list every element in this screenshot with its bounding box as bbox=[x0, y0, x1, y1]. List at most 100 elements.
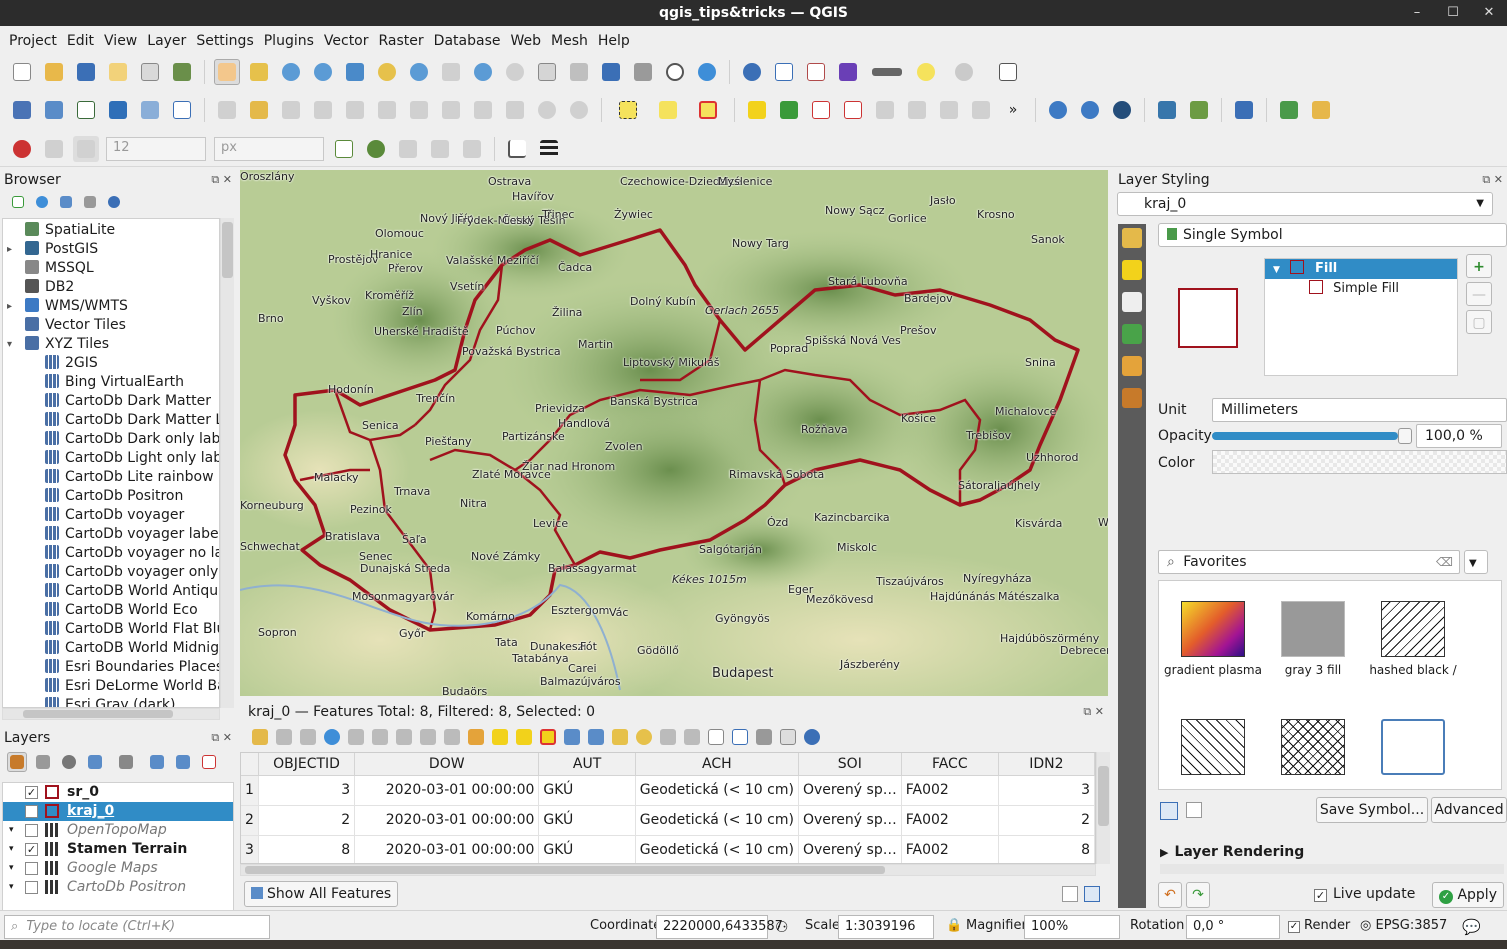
xyz-tile-item[interactable]: CartoDb Dark Matter L bbox=[3, 411, 219, 430]
zoom-next-icon[interactable] bbox=[502, 59, 528, 85]
processing-toolbox-icon[interactable] bbox=[1186, 97, 1212, 123]
xyz-tile-item[interactable]: CartoDb voyager labels bbox=[3, 525, 219, 544]
show-all-features-button[interactable]: Show All Features bbox=[244, 881, 398, 907]
layer-item[interactable]: ▾ Google Maps bbox=[3, 859, 233, 878]
column-header-objectid[interactable]: OBJECTID bbox=[258, 753, 356, 776]
new-spatialite-layer-icon[interactable] bbox=[105, 97, 131, 123]
symbol-tile[interactable]: hashed black / bbox=[1363, 601, 1463, 677]
menu-database[interactable]: Database bbox=[429, 33, 506, 49]
table-cell[interactable]: 2 bbox=[258, 805, 356, 836]
manage-visibility-icon[interactable] bbox=[59, 752, 79, 772]
menu-project[interactable]: Project bbox=[4, 33, 62, 49]
column-header-dow[interactable]: DOW bbox=[354, 753, 540, 776]
add-feature-icon[interactable] bbox=[348, 729, 364, 745]
pan-map-icon[interactable] bbox=[214, 59, 240, 85]
scale-field[interactable]: 1:3039196 bbox=[838, 915, 934, 939]
menu-settings[interactable]: Settings bbox=[191, 33, 258, 49]
current-edits-icon[interactable] bbox=[214, 97, 240, 123]
add-group-icon[interactable] bbox=[33, 752, 53, 772]
move-selection-top-icon[interactable] bbox=[588, 729, 604, 745]
digitizing-options-icon[interactable] bbox=[945, 59, 983, 85]
toggle-editing-icon[interactable] bbox=[252, 729, 268, 745]
table-cell[interactable]: 2020-03-01 00:00:00 bbox=[354, 775, 540, 806]
browser-item[interactable]: ▸ PostGIS bbox=[3, 240, 219, 259]
rotation-field[interactable]: 0,0 ° bbox=[1186, 915, 1280, 939]
show-bookmarks-icon[interactable] bbox=[630, 59, 656, 85]
xyz-tile-item[interactable]: CartoDb Light only labe bbox=[3, 449, 219, 468]
apply-button[interactable]: ✓ Apply bbox=[1432, 882, 1504, 908]
show-hide-labels-icon[interactable] bbox=[968, 97, 994, 123]
paste-icon[interactable] bbox=[444, 729, 460, 745]
table-cell[interactable]: 3 bbox=[998, 775, 1095, 806]
table-cell[interactable]: Overený sp… bbox=[798, 835, 902, 863]
table-vscrollbar[interactable] bbox=[1096, 752, 1110, 864]
table-row[interactable]: 1 3 2020-03-01 00:00:00 GKÚ Geodetická (< 10… bbox=[241, 775, 1095, 806]
paste-features-icon[interactable] bbox=[502, 97, 528, 123]
crs-button[interactable]: ◎ EPSG:3857 bbox=[1360, 918, 1447, 933]
invert-selection-icon[interactable] bbox=[516, 729, 532, 745]
lock-scale-icon[interactable]: 🔒 bbox=[946, 918, 962, 933]
symbol-tile[interactable] bbox=[1163, 719, 1263, 781]
close-button[interactable]: ✕ bbox=[1471, 0, 1507, 26]
coordinate-field[interactable]: 2220000,6433587 bbox=[656, 915, 783, 939]
layer-item[interactable]: ✓ sr_0 bbox=[3, 783, 233, 802]
layer-styling-icon[interactable] bbox=[7, 752, 27, 772]
toolbar-overflow-icon[interactable]: » bbox=[1000, 97, 1026, 123]
multi-edit-icon[interactable] bbox=[276, 729, 292, 745]
dock-controls-icon[interactable]: ⧉ ✕ bbox=[211, 170, 232, 190]
organize-columns-icon[interactable] bbox=[708, 729, 724, 745]
open-attribute-table-icon[interactable] bbox=[771, 59, 797, 85]
info-icon[interactable] bbox=[105, 193, 123, 211]
column-header-facc[interactable]: FACC bbox=[901, 753, 999, 776]
xyz-tile-item[interactable]: CartoDB World Antiqu bbox=[3, 582, 219, 601]
refresh-icon[interactable] bbox=[694, 59, 720, 85]
table-cell[interactable]: Geodetická (< 10 cm) bbox=[635, 805, 799, 836]
remove-symbol-layer-button[interactable]: — bbox=[1466, 282, 1492, 306]
expand-all-icon[interactable] bbox=[147, 752, 167, 772]
add-polygon-feature-icon[interactable] bbox=[310, 97, 336, 123]
help-icon[interactable] bbox=[1231, 97, 1257, 123]
metasearch-icon[interactable] bbox=[1045, 97, 1071, 123]
open-project-icon[interactable] bbox=[41, 59, 67, 85]
table-cell[interactable]: FA002 bbox=[901, 775, 999, 806]
layer-item[interactable]: ▾ CartoDb Positron bbox=[3, 878, 233, 897]
expand-arrow-icon[interactable]: ▸ bbox=[7, 240, 12, 259]
xyz-tile-item[interactable]: CartoDb Dark Matter bbox=[3, 392, 219, 411]
save-layer-edits-icon[interactable] bbox=[278, 97, 304, 123]
row-number[interactable]: 2 bbox=[241, 805, 259, 836]
menu-plugins[interactable]: Plugins bbox=[259, 33, 319, 49]
symbol-search-input[interactable]: ⌕ Favorites ⌫ bbox=[1158, 550, 1460, 574]
menu-web[interactable]: Web bbox=[505, 33, 546, 49]
xyz-tile-item[interactable]: CartoDb voyager only l bbox=[3, 563, 219, 582]
self-snapping-icon[interactable] bbox=[459, 136, 485, 162]
delete-feature-icon[interactable] bbox=[372, 729, 388, 745]
map-tips-icon[interactable] bbox=[913, 59, 939, 85]
3d-view-icon[interactable] bbox=[1122, 324, 1142, 344]
expand-arrow-icon[interactable]: ▾ bbox=[7, 335, 12, 354]
table-cell[interactable]: 2 bbox=[998, 805, 1095, 836]
expand-arrow-icon[interactable]: ▾ bbox=[9, 859, 14, 878]
new-field-icon[interactable] bbox=[660, 729, 676, 745]
layer-item[interactable]: ✓ kraj_0 bbox=[3, 802, 233, 821]
elevation-profile-icon[interactable] bbox=[504, 136, 530, 162]
duplicate-symbol-layer-button[interactable]: ▢ bbox=[1466, 310, 1492, 334]
column-header-idn2[interactable]: IDN2 bbox=[998, 753, 1095, 776]
layer-item[interactable]: ▾ ✓ Stamen Terrain bbox=[3, 840, 233, 859]
filter-legend-icon[interactable] bbox=[85, 752, 105, 772]
diagram-icon[interactable] bbox=[776, 97, 802, 123]
redo-style-button[interactable]: ↷ bbox=[1186, 882, 1210, 908]
toggle-editing-icon[interactable] bbox=[246, 97, 272, 123]
menu-view[interactable]: View bbox=[99, 33, 142, 49]
filter-icon[interactable] bbox=[57, 193, 75, 211]
new-bookmark-icon[interactable] bbox=[598, 59, 624, 85]
symbol-tile[interactable]: gradient plasma bbox=[1163, 601, 1263, 677]
filter-by-expression-icon[interactable] bbox=[111, 752, 141, 772]
maximize-button[interactable]: ☐ bbox=[1435, 0, 1471, 26]
advanced-button[interactable]: Advanced bbox=[1431, 797, 1507, 823]
table-cell[interactable]: 8 bbox=[258, 835, 356, 863]
save-project-icon[interactable] bbox=[73, 59, 99, 85]
style-manager-icon[interactable] bbox=[169, 59, 195, 85]
rotate-label-icon[interactable] bbox=[904, 97, 930, 123]
select-features-icon[interactable] bbox=[611, 97, 645, 123]
menu-edit[interactable]: Edit bbox=[62, 33, 99, 49]
